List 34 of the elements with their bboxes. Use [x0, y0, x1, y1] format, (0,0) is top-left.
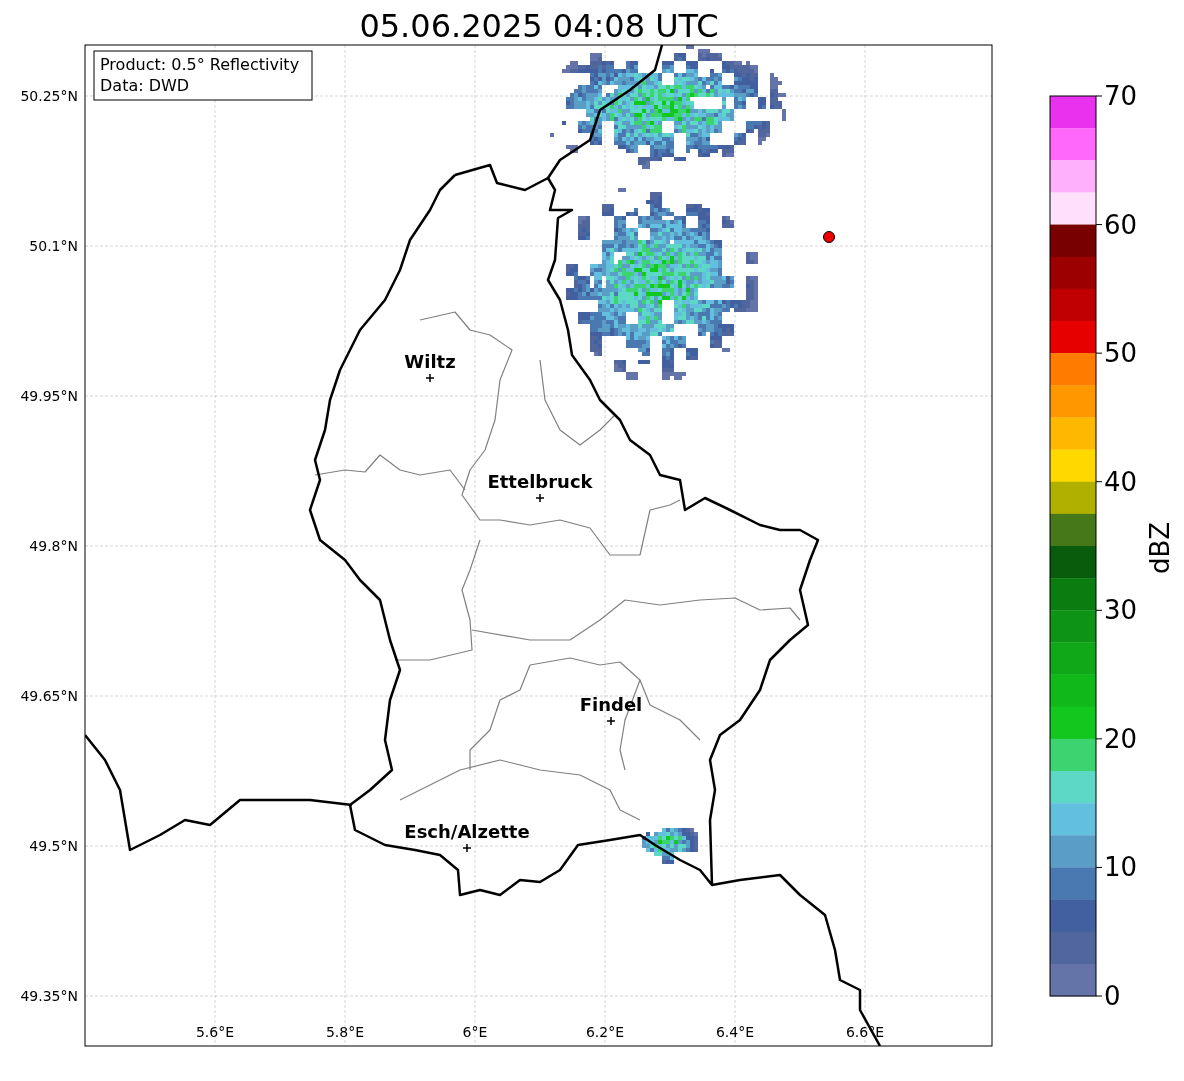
latitude-label: 49.8°N [29, 538, 78, 554]
latitude-label: 50.25°N [20, 88, 78, 104]
rain-echo-patch [642, 828, 698, 864]
longitude-label: 5.6°E [195, 1024, 235, 1040]
longitude-label: 6.2°E [585, 1024, 625, 1040]
city-label: Wiltz [404, 351, 456, 372]
longitude-label: 5.8°E [325, 1024, 365, 1040]
latitude-label: 49.65°N [20, 688, 78, 704]
colorbar-tick-label: 30 [1104, 595, 1138, 626]
colorbar-tick-label: 70 [1104, 81, 1138, 111]
colorbar-tick-label: 0 [1104, 981, 1121, 1011]
longitude-label: 6.4°E [715, 1024, 755, 1040]
city-marker-icon [462, 843, 472, 853]
radar-site-icon [823, 231, 835, 243]
legend-text: Data: DWD [100, 76, 190, 95]
colorbar-tick-label: 60 [1104, 209, 1138, 240]
longitude-label: 6°E [462, 1024, 488, 1040]
city-label: Ettelbruck [487, 471, 593, 492]
city-marker-icon [535, 493, 545, 503]
city-label: Esch/Alzette [404, 821, 530, 842]
city-marker-icon [606, 716, 616, 726]
colorbar-tick-label: 20 [1104, 723, 1138, 754]
colorbar-tick-label: 10 [1104, 852, 1138, 883]
latitude-label: 50.1°N [29, 238, 78, 254]
colorbar-tick-label: 50 [1104, 338, 1138, 369]
latitude-label: 49.5°N [29, 838, 78, 854]
chart-title: 05.06.2025 04:08 UTC [359, 7, 719, 45]
latitude-label: 49.35°N [20, 988, 78, 1004]
latitude-label: 49.95°N [20, 388, 78, 404]
city-label: Findel [579, 694, 643, 715]
city-marker-icon [425, 373, 435, 383]
legend-text: Product: 0.5° Reflectivity [100, 55, 300, 74]
colorbar-label: dBZ [1145, 521, 1175, 575]
colorbar-tick-label: 40 [1104, 466, 1138, 497]
